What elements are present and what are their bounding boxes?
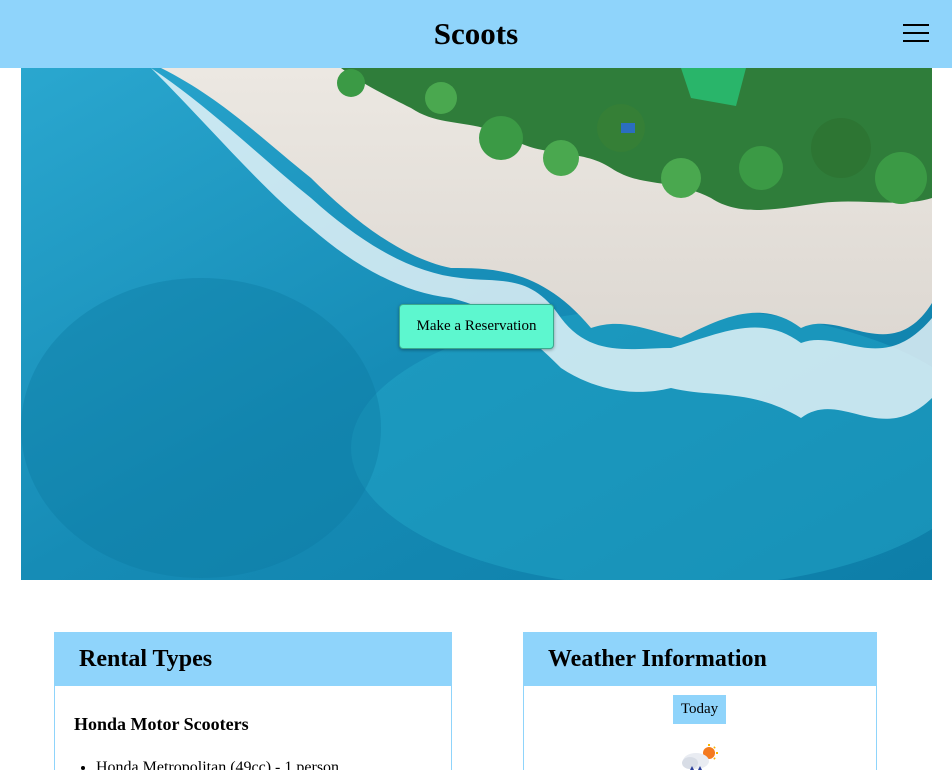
today-tab[interactable]: Today	[673, 695, 726, 724]
rental-types-heading: Rental Types	[55, 633, 451, 686]
rental-list: Honda Metropolitan (49cc) - 1 person	[76, 759, 339, 770]
honda-scooters-heading: Honda Motor Scooters	[74, 714, 249, 734]
partly-cloudy-rain-icon	[682, 744, 718, 770]
weather-heading: Weather Information	[524, 633, 876, 686]
rental-types-card: Rental Types Honda Motor Scooters Honda …	[54, 632, 452, 770]
site-header: Scoots	[0, 0, 952, 68]
weather-information-card: Weather Information Today	[523, 632, 877, 770]
site-title: Scoots	[433, 16, 519, 51]
hamburger-menu-icon[interactable]	[903, 22, 929, 44]
list-item: Honda Metropolitan (49cc) - 1 person	[96, 759, 339, 770]
hero-banner: Make a Reservation	[21, 68, 932, 580]
make-reservation-button[interactable]: Make a Reservation	[399, 304, 554, 349]
